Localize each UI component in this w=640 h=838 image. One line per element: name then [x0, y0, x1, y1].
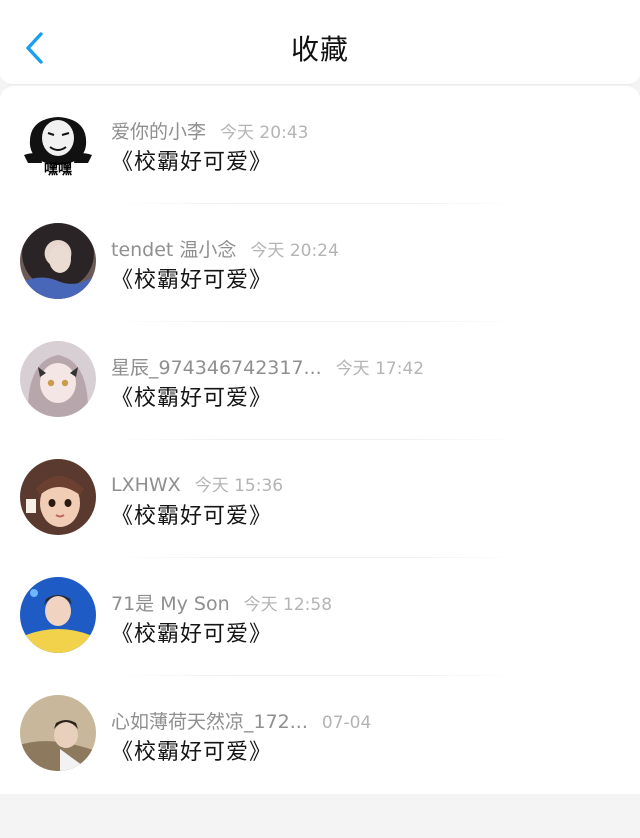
avatar-caption: 嘿嘿: [44, 162, 72, 178]
avatar[interactable]: [20, 223, 96, 299]
list-item[interactable]: tendet 温小念 今天 20:24 《校霸好可爱》: [0, 204, 640, 322]
favorite-text: 《校霸好可爱》: [111, 150, 273, 175]
timestamp: 今天 15:36: [194, 476, 284, 496]
cartoon-girl-icon: [26, 476, 84, 527]
timestamp: 今天 20:24: [250, 241, 339, 261]
favorite-text: 《校霸好可爱》: [111, 268, 273, 293]
favorites-list: 嘿嘿 爱你的小李 今天 20:43 《校霸好可爱》 tendet 温小念 今天 20…: [0, 86, 640, 794]
user-name[interactable]: 星辰_974346742317...: [111, 357, 322, 379]
item-meta: 71是 My Son 今天 12:58: [111, 589, 332, 616]
item-meta: 爱你的小李 今天 20:43: [111, 117, 308, 144]
avatar[interactable]: [20, 341, 96, 417]
list-item[interactable]: 嘿嘿 爱你的小李 今天 20:43 《校霸好可爱》: [0, 86, 640, 204]
list-item[interactable]: 71是 My Son 今天 12:58 《校霸好可爱》: [0, 558, 640, 676]
user-name[interactable]: tendet 温小念: [111, 239, 236, 261]
boy-photo-icon: [20, 720, 96, 771]
item-meta: 星辰_974346742317... 今天 17:42: [111, 353, 424, 380]
favorite-text: 《校霸好可爱》: [111, 740, 273, 765]
favorite-text: 《校霸好可爱》: [111, 504, 273, 529]
user-name[interactable]: 心如薄荷天然凉_172...: [111, 711, 308, 733]
favorite-text: 《校霸好可爱》: [111, 622, 273, 647]
timestamp: 07-04: [321, 713, 372, 733]
list-item[interactable]: LXHWX 今天 15:36 《校霸好可爱》: [0, 440, 640, 558]
avatar[interactable]: [20, 695, 96, 771]
timestamp: 今天 17:42: [335, 359, 425, 379]
user-name[interactable]: 爱你的小李: [111, 121, 206, 143]
item-meta: LXHWX 今天 15:36: [111, 471, 283, 496]
anime-girl-icon: [27, 355, 89, 417]
girl-photo-icon: [20, 245, 96, 299]
avatar[interactable]: [20, 577, 96, 653]
list-item[interactable]: 心如薄荷天然凉_172... 07-04 《校霸好可爱》: [0, 676, 640, 794]
user-name[interactable]: LXHWX: [111, 474, 181, 496]
avatar[interactable]: 嘿嘿: [20, 105, 96, 181]
list-item[interactable]: 星辰_974346742317... 今天 17:42 《校霸好可爱》: [0, 322, 640, 440]
item-meta: 心如薄荷天然凉_172... 07-04: [111, 707, 371, 734]
timestamp: 今天 12:58: [243, 595, 333, 615]
page-title: 收藏: [290, 33, 349, 66]
header-bar: 收藏: [0, 0, 640, 85]
user-name[interactable]: 71是 My Son: [111, 593, 230, 615]
item-meta: tendet 温小念 今天 20:24: [111, 235, 339, 262]
avatar[interactable]: [20, 459, 96, 535]
boy-blue-icon: [20, 589, 96, 653]
timestamp: 今天 20:43: [220, 123, 309, 143]
favorite-text: 《校霸好可爱》: [111, 386, 273, 411]
